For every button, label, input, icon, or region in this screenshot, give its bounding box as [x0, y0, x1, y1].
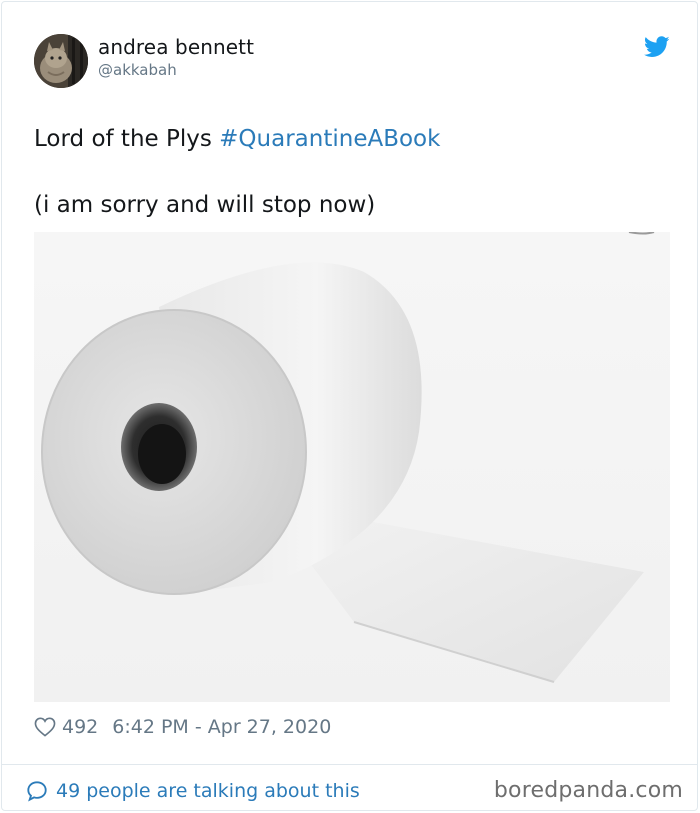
tweet-meta: 492 6:42 PM - Apr 27, 2020: [34, 712, 331, 742]
author-info: andrea bennett @akkabah: [98, 34, 498, 80]
avatar[interactable]: [34, 34, 88, 88]
tweet-text-line2: (i am sorry and will stop now): [34, 192, 376, 218]
speech-bubble-icon: [27, 781, 47, 802]
cat-photo-icon: [34, 34, 88, 88]
like-count[interactable]: 492: [62, 716, 98, 738]
hashtag-link[interactable]: #QuarantineABook: [219, 126, 440, 152]
author-name[interactable]: andrea bennett: [98, 34, 498, 60]
twitter-bird-icon[interactable]: [644, 36, 670, 58]
talking-count-text[interactable]: 49 people are talking about this: [56, 780, 360, 802]
tweet-image[interactable]: [34, 232, 670, 702]
tweet-timestamp[interactable]: 6:42 PM - Apr 27, 2020: [112, 716, 331, 738]
watermark: boredpanda.com: [493, 778, 683, 803]
author-handle[interactable]: @akkabah: [98, 60, 498, 80]
tweet-text: Lord of the Plys #QuarantineABook: [34, 122, 664, 156]
conversation-link[interactable]: 49 people are talking about this: [26, 777, 360, 805]
footer-divider: [2, 764, 697, 765]
toilet-paper-image: [34, 232, 670, 702]
tweet-card: andrea bennett @akkabah Lord of the Plys…: [1, 1, 698, 811]
tweet-text-plain: Lord of the Plys: [34, 126, 220, 152]
heart-icon[interactable]: [34, 717, 56, 737]
